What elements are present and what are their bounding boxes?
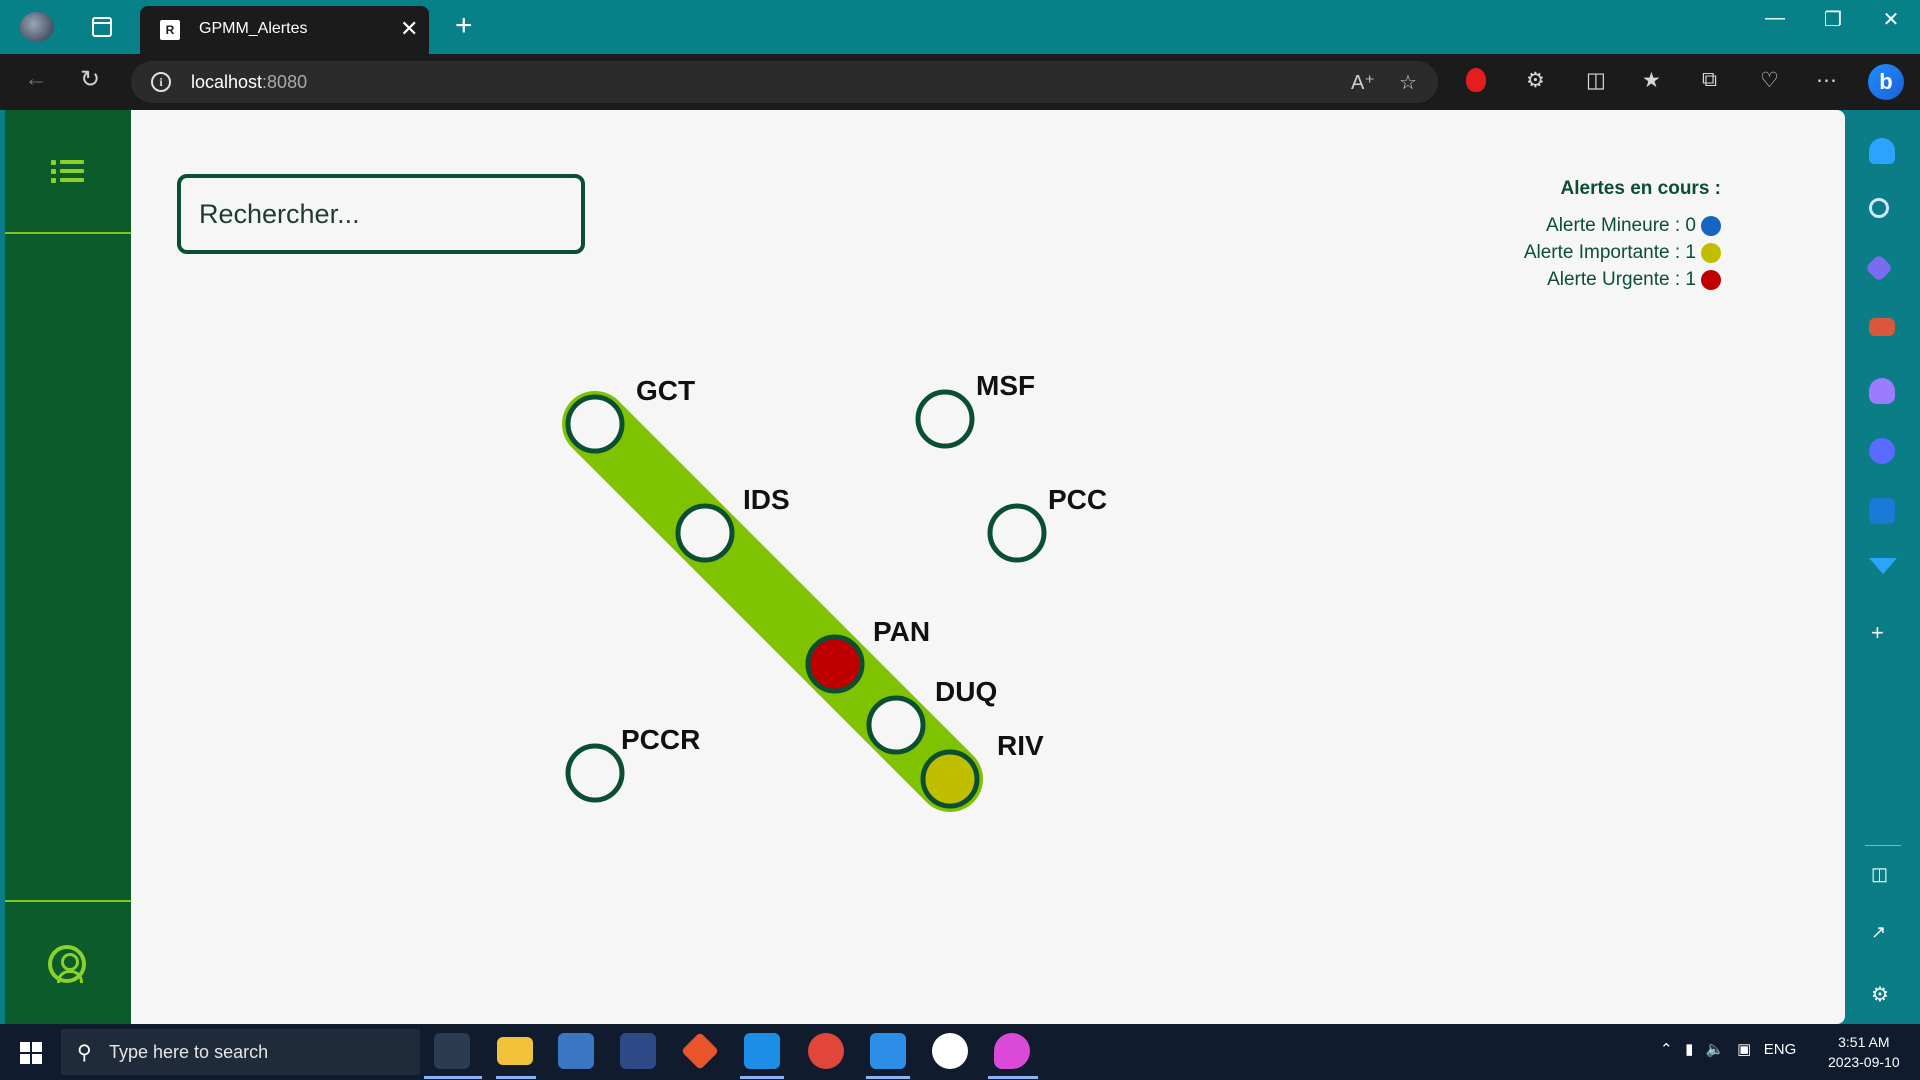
split-screen-icon[interactable]: ◫ xyxy=(1586,68,1606,93)
minimize-icon[interactable]: — xyxy=(1752,7,1798,30)
microsoft-365-icon[interactable] xyxy=(1869,438,1895,464)
station-pcc[interactable]: PCC xyxy=(987,484,1107,563)
shopping-tag-icon[interactable] xyxy=(1864,253,1894,283)
tools-briefcase-icon[interactable] xyxy=(1869,318,1895,336)
open-external-icon[interactable]: ↗ xyxy=(1871,922,1886,943)
station-marker[interactable] xyxy=(920,749,980,809)
network-icon[interactable]: ▣ xyxy=(1737,1041,1751,1058)
station-network-map: GCT IDS PAN DUQ RIV MSF PCC PCCR xyxy=(562,370,1107,812)
git-app-icon[interactable] xyxy=(680,1031,720,1071)
battery-icon[interactable]: ▮ xyxy=(1685,1041,1693,1058)
station-label: PCC xyxy=(1048,484,1107,515)
sidebar-divider xyxy=(1865,845,1901,846)
hide-sidebar-icon[interactable]: ◫ xyxy=(1871,864,1888,885)
file-explorer-icon[interactable] xyxy=(497,1037,533,1065)
chrome-icon[interactable] xyxy=(808,1033,844,1069)
windows-start-icon[interactable] xyxy=(20,1042,42,1064)
adblock-extension-icon[interactable] xyxy=(1466,68,1486,92)
send-drop-icon[interactable] xyxy=(1869,558,1897,574)
games-icon[interactable] xyxy=(1869,378,1895,404)
extensions-icon[interactable]: ⚙ xyxy=(1526,68,1545,93)
add-icon[interactable]: + xyxy=(1871,620,1884,646)
favorite-star-icon[interactable]: ☆ xyxy=(1399,70,1417,95)
url-port: :8080 xyxy=(262,72,308,92)
mail-icon[interactable] xyxy=(870,1033,906,1069)
station-marker[interactable] xyxy=(866,695,926,755)
close-tab-icon[interactable]: ✕ xyxy=(400,16,418,42)
system-tray: ⌃ ▮ 🔈 ▣ ENG xyxy=(1660,1040,1796,1058)
edge-app-icon[interactable] xyxy=(434,1033,470,1069)
back-icon[interactable]: ← xyxy=(24,65,48,93)
station-marker[interactable] xyxy=(675,503,735,563)
station-label: RIV xyxy=(997,730,1044,761)
url-host: localhost xyxy=(191,72,263,92)
browser-toolbar: ← ↻ i localhost:8080 A⁺ ☆ ⚙ ◫ ★ ⧉ ♡ ⋯ b xyxy=(0,54,1920,110)
profile-avatar[interactable] xyxy=(20,12,54,42)
station-label: IDS xyxy=(743,484,790,515)
close-window-icon[interactable]: ✕ xyxy=(1868,7,1914,32)
windows-taskbar: ⚲ Type here to search ⌃ ▮ 🔈 ▣ ENG 3:51 A… xyxy=(0,1024,1920,1080)
site-info-icon[interactable]: i xyxy=(151,72,171,92)
language-indicator[interactable]: ENG xyxy=(1764,1041,1797,1058)
vscode-icon[interactable] xyxy=(744,1033,780,1069)
ubisoft-icon[interactable] xyxy=(932,1033,968,1069)
powershell-icon[interactable] xyxy=(620,1033,656,1069)
copilot-icon[interactable]: b xyxy=(1868,64,1904,100)
more-menu-icon[interactable]: ⋯ xyxy=(1816,68,1837,93)
station-label: DUQ xyxy=(935,676,997,707)
station-marker[interactable] xyxy=(987,503,1047,563)
tab-favicon-icon: R xyxy=(160,20,180,40)
station-pccr[interactable]: PCCR xyxy=(565,724,700,803)
web-page: Alertes en cours : Alerte Mineure : 0 Al… xyxy=(5,110,1845,1024)
clock-date: 2023-09-10 xyxy=(1828,1054,1900,1070)
browser-tab-strip: R GPMM_Alertes ✕ + — ❐ ✕ xyxy=(0,0,1920,54)
refresh-icon[interactable]: ↻ xyxy=(80,65,100,94)
station-marker[interactable] xyxy=(565,394,625,454)
address-bar[interactable]: i localhost:8080 A⁺ ☆ xyxy=(131,61,1438,103)
notifications-bell-icon[interactable] xyxy=(1869,138,1895,164)
new-tab-button[interactable]: + xyxy=(455,9,473,43)
browser-essentials-icon[interactable]: ♡ xyxy=(1760,68,1779,93)
show-hidden-icons-icon[interactable]: ⌃ xyxy=(1660,1041,1673,1058)
favorites-icon[interactable]: ★ xyxy=(1642,68,1661,93)
remote-desktop-icon[interactable] xyxy=(558,1033,594,1069)
tab-title: GPMM_Alertes xyxy=(199,20,308,37)
paint-app-icon[interactable] xyxy=(994,1033,1030,1069)
collections-icon[interactable]: ⧉ xyxy=(1702,68,1717,92)
clock-time: 3:51 AM xyxy=(1838,1034,1890,1050)
edge-sidebar: + ◫ ↗ ⚙ xyxy=(1845,110,1920,1024)
taskbar-clock[interactable]: 3:51 AM 2023-09-10 xyxy=(1828,1032,1900,1072)
station-marker[interactable] xyxy=(565,743,625,803)
station-label: PCCR xyxy=(621,724,700,755)
station-marker[interactable] xyxy=(805,634,865,694)
station-label: PAN xyxy=(873,616,930,647)
url-text[interactable]: localhost:8080 xyxy=(191,72,307,93)
taskbar-search-placeholder: Type here to search xyxy=(109,1042,269,1062)
station-label: GCT xyxy=(636,375,695,406)
taskbar-search[interactable]: ⚲ Type here to search xyxy=(61,1029,420,1075)
volume-muted-icon[interactable]: 🔈 xyxy=(1706,1041,1725,1058)
search-icon[interactable] xyxy=(1869,198,1889,218)
read-aloud-icon[interactable]: A⁺ xyxy=(1351,70,1375,95)
settings-gear-icon[interactable]: ⚙ xyxy=(1871,982,1889,1007)
browser-tab[interactable]: R GPMM_Alertes ✕ xyxy=(140,6,429,54)
restore-icon[interactable]: ❐ xyxy=(1810,7,1856,32)
station-marker[interactable] xyxy=(915,389,975,449)
station-msf[interactable]: MSF xyxy=(915,370,1035,449)
outlook-icon[interactable] xyxy=(1869,498,1895,524)
station-label: MSF xyxy=(976,370,1035,401)
search-icon: ⚲ xyxy=(77,1042,92,1064)
tab-actions-icon[interactable] xyxy=(92,17,112,37)
